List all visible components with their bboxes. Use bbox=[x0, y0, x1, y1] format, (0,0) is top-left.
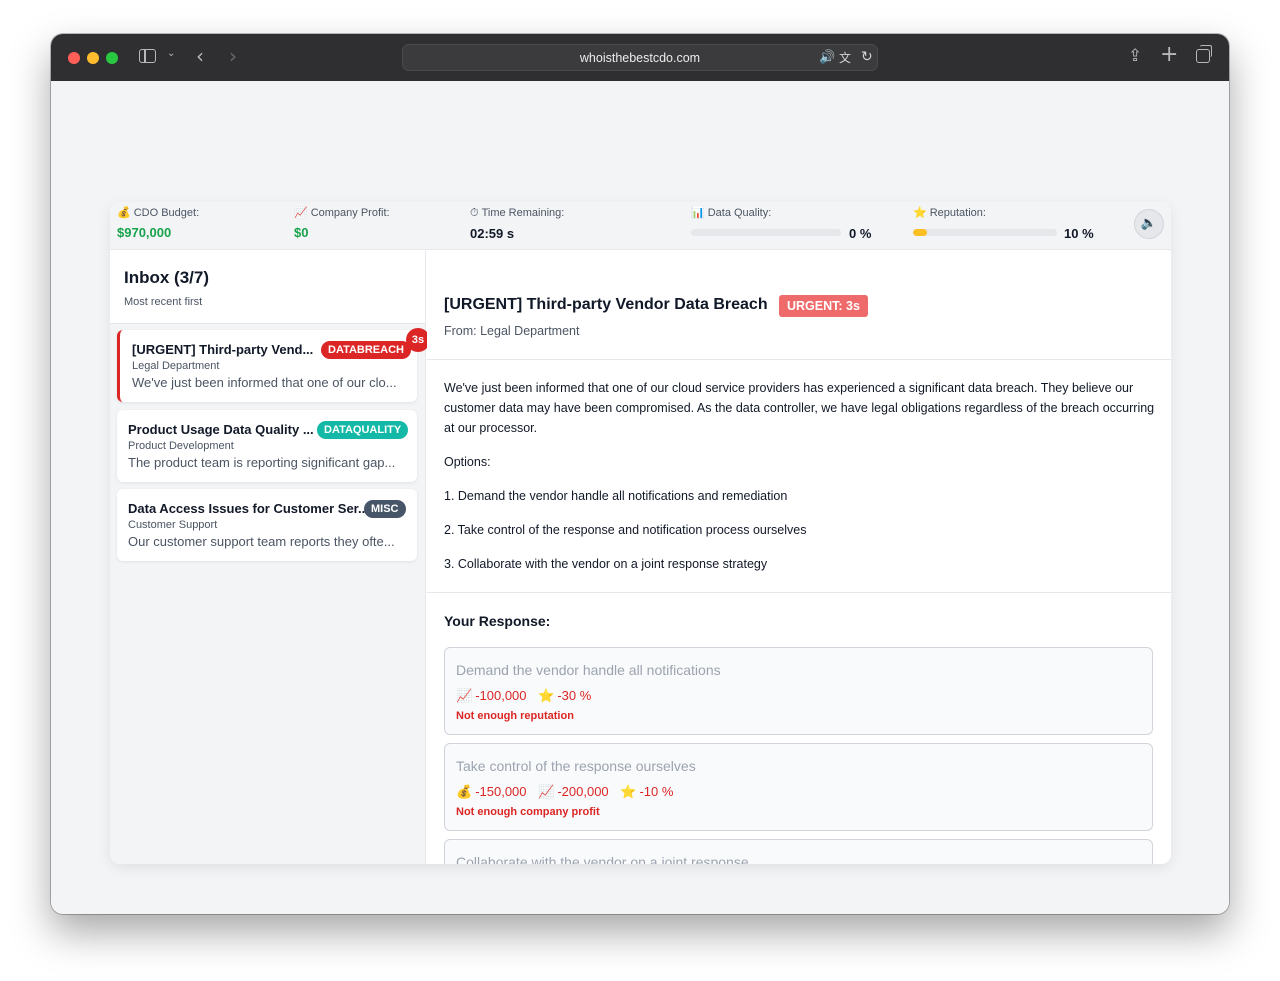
bar-chart-icon: 📊 bbox=[691, 206, 705, 219]
chart-increasing-icon: 📈 bbox=[456, 689, 473, 704]
option-text: 2. Take control of the response and noti… bbox=[444, 523, 807, 537]
urgent-badge: URGENT: 3s bbox=[779, 295, 868, 317]
reputation-meter bbox=[913, 229, 1057, 236]
back-icon[interactable]: ‹ bbox=[196, 44, 204, 68]
mail-tag: MISC bbox=[364, 500, 406, 518]
money-bag-icon: 💰 bbox=[456, 785, 473, 800]
message-title: [URGENT] Third-party Vendor Data Breach bbox=[444, 296, 768, 313]
address-bar[interactable]: whoisthebestcdo.com 🔊 文 ↻ bbox=[402, 44, 878, 71]
response-option-label: Demand the vendor handle all notificatio… bbox=[456, 662, 721, 678]
close-window-button[interactable] bbox=[68, 52, 80, 64]
inbox-title: Inbox (3/7) bbox=[124, 268, 210, 287]
stat-quality-value: 0 % bbox=[849, 226, 872, 241]
quality-meter bbox=[691, 229, 841, 236]
star-icon: ⭐ bbox=[538, 689, 555, 704]
response-option-demand-vendor[interactable]: Demand the vendor handle all notificatio… bbox=[444, 647, 1153, 735]
message-body: We've just been informed that one of our… bbox=[444, 378, 1159, 588]
stat-budget-value: $970,000 bbox=[117, 225, 172, 240]
stopwatch-icon: ⏱ bbox=[470, 206, 479, 219]
effect-budget: -150,000 bbox=[475, 784, 527, 799]
message-detail: [URGENT] Third-party Vendor Data Breach … bbox=[427, 251, 1171, 864]
stat-reputation: ⭐ Reputation: bbox=[913, 206, 986, 219]
option-text: 3. Collaborate with the vendor on a join… bbox=[444, 557, 768, 571]
response-option-warning: Not enough company profit bbox=[456, 806, 600, 818]
mute-button[interactable]: 🔈 bbox=[1134, 209, 1164, 239]
reload-icon[interactable]: ↻ bbox=[861, 48, 873, 65]
stats-bar: 💰 CDO Budget: $970,000 📈 Company Profit: $… bbox=[110, 202, 1171, 250]
zoom-window-button[interactable] bbox=[106, 52, 118, 64]
chart-increasing-icon: 📈 bbox=[538, 785, 555, 800]
stat-time-label: Time Remaining: bbox=[481, 207, 565, 219]
money-bag-icon: 💰 bbox=[117, 206, 131, 219]
translate-icon[interactable]: 文 bbox=[839, 49, 851, 66]
response-heading: Your Response: bbox=[444, 613, 551, 629]
share-icon[interactable]: ⇪ bbox=[1128, 46, 1142, 66]
response-option-label: Collaborate with the vendor on a joint r… bbox=[456, 854, 749, 864]
response-option-warning: Not enough reputation bbox=[456, 710, 574, 722]
mail-title: Data Access Issues for Customer Ser... bbox=[128, 501, 369, 516]
stat-time-value: 02:59 s bbox=[470, 226, 515, 241]
stat-reputation-value: 10 % bbox=[1064, 226, 1094, 241]
minimize-window-button[interactable] bbox=[87, 52, 99, 64]
mail-preview: The product team is reporting significan… bbox=[128, 455, 396, 470]
inbox-item-databreach[interactable]: [URGENT] Third-party Vend... DATABREACH … bbox=[117, 328, 430, 402]
inbox-panel: Inbox (3/7) Most recent first [URGENT] T… bbox=[110, 251, 430, 864]
game-app: 💰 CDO Budget: $970,000 📈 Company Profit: $… bbox=[110, 202, 1171, 864]
stat-profit: 📈 Company Profit: $0 bbox=[294, 206, 390, 240]
stat-quality: 📊 Data Quality: bbox=[691, 206, 771, 219]
audio-playing-icon[interactable]: 🔊 bbox=[819, 49, 835, 65]
stat-budget: 💰 CDO Budget: $970,000 bbox=[117, 206, 199, 240]
sidebar-toggle-icon[interactable] bbox=[139, 49, 156, 63]
mail-preview: We've just been informed that one of our… bbox=[132, 375, 397, 390]
inbox-subtitle: Most recent first bbox=[124, 296, 203, 308]
mail-title: [URGENT] Third-party Vend... bbox=[132, 342, 314, 357]
options-heading: Options: bbox=[444, 455, 491, 469]
stat-budget-label: CDO Budget: bbox=[133, 207, 200, 219]
stat-profit-label: Company Profit: bbox=[310, 207, 390, 219]
response-option-label: Take control of the response ourselves bbox=[456, 758, 696, 774]
url-text: whoisthebestcdo.com bbox=[579, 51, 701, 65]
inbox-header: Inbox (3/7) Most recent first bbox=[110, 251, 425, 324]
response-option-effects: 📈 -100,000 ⭐ -30 % bbox=[456, 688, 599, 704]
message-header: [URGENT] Third-party Vendor Data Breach … bbox=[427, 251, 1171, 360]
inbox-item-dataquality[interactable]: Product Usage Data Quality ... DATAQUALI… bbox=[117, 410, 417, 482]
response-option-collaborate[interactable]: Collaborate with the vendor on a joint r… bbox=[444, 839, 1153, 864]
tab-overview-icon[interactable] bbox=[1196, 45, 1212, 63]
browser-window: ⌄ ‹ › whoisthebestcdo.com 🔊 文 ↻ ⇪ + 💰 CDO… bbox=[51, 34, 1229, 914]
star-icon: ⭐ bbox=[913, 206, 927, 219]
star-icon: ⭐ bbox=[620, 785, 637, 800]
response-option-effects: 💰 -150,000 📈 -200,000 ⭐ -10 % bbox=[456, 784, 681, 800]
message-sender: From: Legal Department bbox=[444, 324, 580, 338]
message-text: We've just been informed that one of our… bbox=[444, 381, 1155, 435]
new-tab-icon[interactable]: + bbox=[1160, 42, 1178, 67]
chevron-down-icon[interactable]: ⌄ bbox=[167, 48, 175, 59]
effect-reputation: -10 % bbox=[639, 784, 674, 799]
mail-sender: Legal Department bbox=[132, 360, 220, 372]
stat-profit-value: $0 bbox=[294, 225, 309, 240]
speaker-muted-icon: 🔈 bbox=[1140, 216, 1158, 231]
mail-tag: DATAQUALITY bbox=[317, 421, 409, 439]
divider bbox=[427, 592, 1171, 593]
response-option-take-control[interactable]: Take control of the response ourselves 💰… bbox=[444, 743, 1153, 831]
mail-sender: Customer Support bbox=[128, 519, 218, 531]
stat-reputation-label: Reputation: bbox=[929, 207, 986, 219]
effect-profit: -200,000 bbox=[557, 784, 609, 799]
chart-increasing-icon: 📈 bbox=[294, 206, 308, 219]
inbox-item-misc[interactable]: Data Access Issues for Customer Ser... M… bbox=[117, 489, 417, 561]
mail-sender: Product Development bbox=[128, 440, 234, 452]
reputation-meter-fill bbox=[913, 229, 928, 236]
forward-icon[interactable]: › bbox=[229, 44, 237, 68]
effect-reputation: -30 % bbox=[557, 688, 592, 703]
option-text: 1. Demand the vendor handle all notifica… bbox=[444, 489, 788, 503]
page-content: 💰 CDO Budget: $970,000 📈 Company Profit: $… bbox=[51, 81, 1229, 914]
mail-title: Product Usage Data Quality ... bbox=[128, 422, 314, 437]
effect-profit: -100,000 bbox=[475, 688, 527, 703]
stat-quality-label: Data Quality: bbox=[707, 207, 772, 219]
mail-tag: DATABREACH bbox=[321, 341, 411, 359]
browser-toolbar: ⌄ ‹ › whoisthebestcdo.com 🔊 文 ↻ ⇪ + bbox=[51, 34, 1229, 81]
mail-preview: Our customer support team reports they o… bbox=[128, 534, 395, 549]
stat-time: ⏱ Time Remaining: 02:59 s bbox=[470, 206, 564, 241]
